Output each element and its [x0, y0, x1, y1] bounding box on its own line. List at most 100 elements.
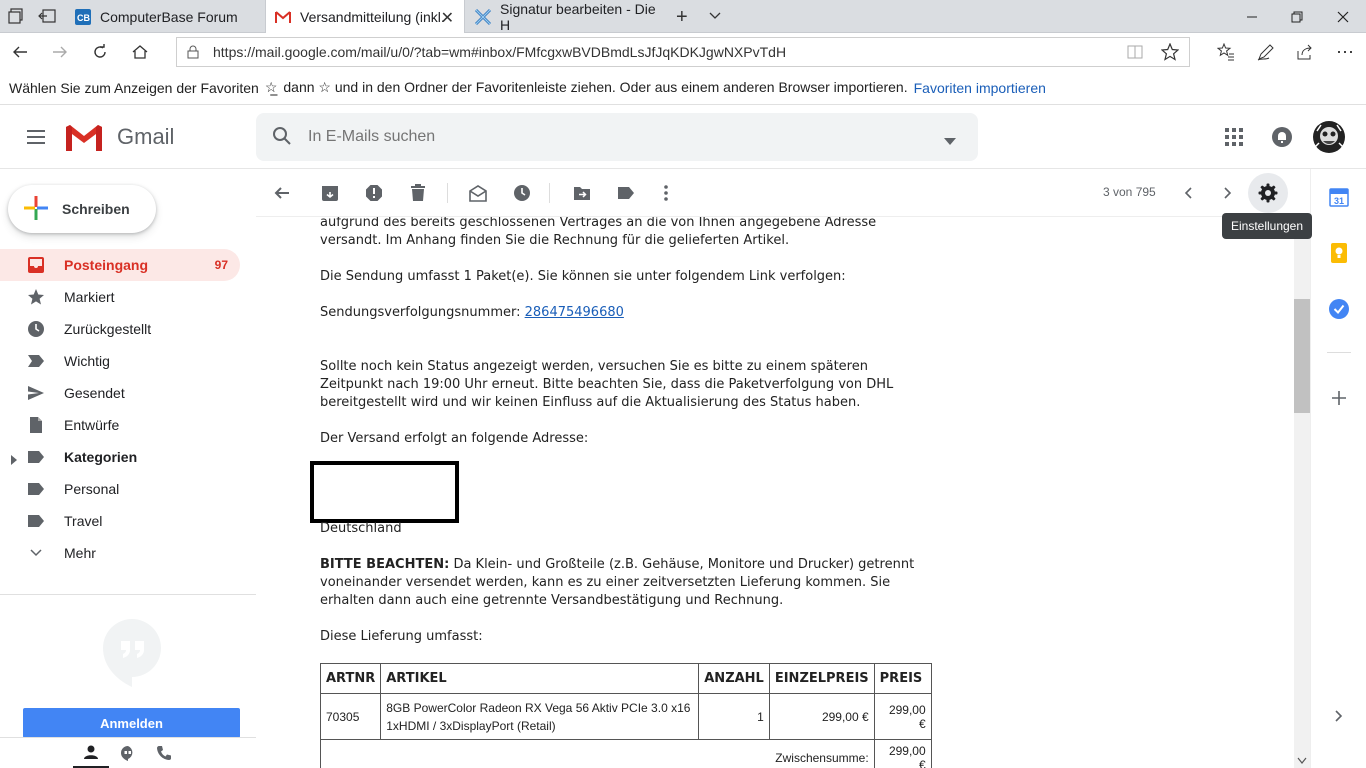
apps-grid-icon[interactable]: [1224, 127, 1244, 150]
snooze-icon[interactable]: [510, 181, 534, 205]
reading-view-icon[interactable]: [1127, 45, 1143, 62]
close-window-button[interactable]: [1320, 0, 1366, 33]
toolbar-divider: [447, 183, 448, 203]
email-body: aufgrund des bereits geschlossenen Vertr…: [256, 217, 1294, 768]
country-text: Deutschland: [320, 521, 402, 536]
expand-arrow-icon[interactable]: [11, 452, 17, 468]
more-vert-icon[interactable]: [654, 181, 678, 205]
side-panel: 31: [1310, 169, 1366, 768]
url-text: https://mail.google.com/mail/u/0/?tab=wm…: [213, 44, 787, 60]
tracking-number-link[interactable]: 286475496680: [525, 305, 624, 320]
report-spam-icon[interactable]: [362, 181, 386, 205]
x-favicon: [474, 8, 492, 26]
web-notes-pen-icon[interactable]: [1252, 39, 1280, 65]
tracking-label: Sendungsverfolgungsnummer:: [320, 305, 521, 320]
gmail-header: Gmail: [0, 105, 1366, 169]
svg-text:31: 31: [1334, 196, 1344, 206]
main-menu-icon[interactable]: [24, 125, 48, 152]
set-aside-tabs-icon[interactable]: [38, 8, 56, 26]
sidebar-item-more[interactable]: Mehr: [0, 537, 240, 569]
gmail-logo-icon[interactable]: [64, 123, 104, 156]
phone-icon[interactable]: [156, 745, 172, 764]
new-tab-icon[interactable]: +: [676, 6, 688, 29]
back-icon[interactable]: [6, 39, 34, 65]
import-favorites-link[interactable]: Favoriten importieren: [914, 80, 1046, 96]
settings-tooltip: Einstellungen: [1222, 213, 1312, 239]
sidebar-item-personal[interactable]: Personal: [0, 473, 240, 505]
subtotal-label: Zwischensumme:: [320, 739, 875, 768]
scrollbar-thumb[interactable]: [1294, 299, 1310, 413]
scroll-down-arrow-icon[interactable]: [1297, 752, 1307, 768]
settings-gear-icon[interactable]: [1248, 173, 1288, 213]
labels-icon[interactable]: [614, 181, 638, 205]
sidebar-item-travel[interactable]: Travel: [0, 505, 240, 537]
more-icon[interactable]: ⋯: [1331, 39, 1359, 65]
favorites-hint-text: Wählen Sie zum Anzeigen der Favoriten: [9, 79, 259, 96]
forward-icon[interactable]: [46, 39, 74, 65]
mark-as-unread-icon[interactable]: [466, 181, 490, 205]
share-icon[interactable]: [1291, 39, 1319, 65]
important-icon: [27, 352, 45, 370]
account-avatar[interactable]: [1313, 121, 1345, 156]
sidebar-item-sent[interactable]: Gesendet: [0, 377, 240, 409]
sidebar-item-categories[interactable]: Kategorien: [0, 441, 240, 473]
table-cell: 1: [698, 693, 770, 740]
notifications-bell-icon[interactable]: [1272, 127, 1292, 150]
unread-count: 97: [214, 258, 228, 272]
sidebar-item-label: Entwürfe: [64, 417, 120, 433]
column-header: PREIS: [873, 663, 932, 694]
draft-icon: [27, 416, 45, 434]
tab-list-chevron-icon[interactable]: [708, 8, 722, 25]
tab-actions-icon[interactable]: [8, 8, 26, 26]
conversations-icon[interactable]: [120, 745, 136, 764]
address-bar[interactable]: https://mail.google.com/mail/u/0/?tab=wm…: [176, 37, 1190, 67]
expand-panel-chevron-icon[interactable]: [1328, 705, 1350, 727]
home-icon[interactable]: [126, 39, 154, 65]
minimize-button[interactable]: [1229, 0, 1275, 33]
star-icon: [27, 288, 45, 306]
sidebar-item-label: Personal: [64, 481, 120, 497]
newer-chevron-left-icon[interactable]: [1176, 181, 1200, 205]
tab-computerbase[interactable]: CB ComputerBase Forum: [66, 0, 264, 33]
tracking-line: Sendungsverfolgungsnummer: 286475496680: [320, 304, 920, 322]
tab-gmail[interactable]: Versandmitteilung (inkl. ✕: [265, 0, 465, 34]
compose-button[interactable]: Schreiben: [8, 185, 156, 233]
sidebar-item-label: Wichtig: [64, 353, 110, 369]
vertical-scrollbar[interactable]: [1294, 217, 1310, 768]
back-to-inbox-icon[interactable]: [270, 181, 294, 205]
divider: [1327, 352, 1351, 353]
older-chevron-right-icon[interactable]: [1216, 181, 1240, 205]
tasks-icon[interactable]: [1328, 298, 1350, 320]
move-to-icon[interactable]: [570, 181, 594, 205]
gmail-favicon: [274, 8, 292, 26]
browser-tab-strip: CB ComputerBase Forum Versandmitteilung …: [0, 0, 1366, 34]
search-bar[interactable]: [256, 113, 978, 161]
search-input[interactable]: [308, 128, 908, 146]
hangouts-signin-button[interactable]: Anmelden: [23, 708, 240, 738]
favorites-hub-icon[interactable]: [1212, 39, 1240, 65]
contacts-tab[interactable]: [73, 738, 109, 768]
search-options-dropdown-icon[interactable]: [944, 133, 956, 149]
search-icon[interactable]: [272, 126, 292, 149]
delete-icon[interactable]: [406, 181, 430, 205]
email-paragraph: Diese Lieferung umfasst:: [320, 629, 483, 644]
restore-button[interactable]: [1274, 0, 1320, 33]
tab-title: ComputerBase Forum: [100, 8, 238, 25]
keep-icon[interactable]: [1328, 242, 1350, 264]
refresh-icon[interactable]: [86, 39, 114, 65]
sidebar-item-snoozed[interactable]: Zurückgestellt: [0, 313, 240, 345]
table-cell: 299,00 €: [873, 693, 932, 740]
sidebar-item-drafts[interactable]: Entwürfe: [0, 409, 240, 441]
archive-icon[interactable]: [318, 181, 342, 205]
sidebar-item-important[interactable]: Wichtig: [0, 345, 240, 377]
gmail-logo-text: Gmail: [117, 124, 175, 149]
sidebar-item-inbox[interactable]: Posteingang 97: [0, 249, 240, 281]
sidebar-item-starred[interactable]: Markiert: [0, 281, 240, 313]
add-favorite-star-icon[interactable]: [1160, 42, 1180, 64]
svg-text:CB: CB: [77, 13, 90, 23]
tab-signatur[interactable]: Signatur bearbeiten - Die H: [466, 0, 666, 33]
sidebar-item-label: Zurückgestellt: [64, 321, 152, 337]
calendar-icon[interactable]: 31: [1328, 186, 1350, 208]
close-tab-icon[interactable]: ✕: [441, 8, 454, 28]
get-addons-plus-icon[interactable]: [1328, 387, 1350, 409]
